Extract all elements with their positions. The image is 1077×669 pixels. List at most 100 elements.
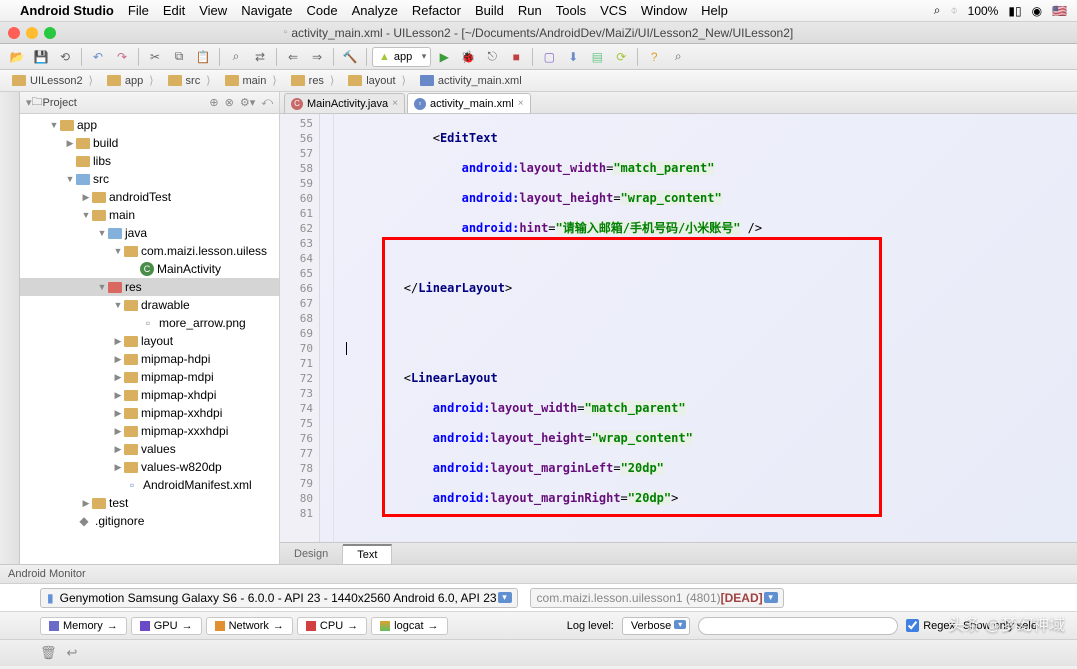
window-minimize-button[interactable] bbox=[26, 27, 38, 39]
close-icon[interactable]: × bbox=[518, 98, 524, 109]
tree-build[interactable]: ▶build bbox=[20, 134, 279, 152]
crumb-res[interactable]: res bbox=[285, 72, 343, 89]
open-icon[interactable]: 📂 bbox=[6, 47, 28, 67]
tree-mipmap-mdpi[interactable]: ▶mipmap-mdpi bbox=[20, 368, 279, 386]
code-editor[interactable]: 5556575859606162636465666768697071727374… bbox=[280, 114, 1077, 542]
crumb-file[interactable]: activity_main.xml bbox=[414, 73, 536, 89]
crumb-src[interactable]: src bbox=[162, 72, 219, 89]
trash-icon[interactable]: 🗑 bbox=[40, 645, 57, 661]
flag-icon[interactable]: 🇺🇸 bbox=[1052, 4, 1067, 18]
tree-mipmap-hdpi[interactable]: ▶mipmap-hdpi bbox=[20, 350, 279, 368]
gear-icon[interactable]: ⚙▾ bbox=[240, 96, 255, 109]
captures-tab[interactable] bbox=[15, 96, 19, 564]
memory-tab[interactable]: Memory → bbox=[40, 617, 127, 635]
menu-build[interactable]: Build bbox=[475, 3, 504, 18]
tree-morearrow[interactable]: ▫more_arrow.png bbox=[20, 314, 279, 332]
design-tab[interactable]: Design bbox=[280, 545, 343, 563]
tree-libs[interactable]: libs bbox=[20, 152, 279, 170]
menu-refactor[interactable]: Refactor bbox=[412, 3, 461, 18]
tree-values-w820dp[interactable]: ▶values-w820dp bbox=[20, 458, 279, 476]
find-icon[interactable]: ⌕ bbox=[225, 47, 247, 67]
run-configuration-selector[interactable]: ▲ app bbox=[372, 47, 431, 67]
crumb-main[interactable]: main bbox=[219, 72, 285, 89]
tree-gitignore[interactable]: ◆.gitignore bbox=[20, 512, 279, 530]
menu-file[interactable]: File bbox=[128, 3, 149, 18]
tree-manifest[interactable]: ▫AndroidManifest.xml bbox=[20, 476, 279, 494]
project-tree[interactable]: ▼app ▶build libs ▼src ▶androidTest ▼main… bbox=[20, 114, 279, 564]
paste-icon[interactable]: 📋 bbox=[192, 47, 214, 67]
crumb-layout[interactable]: layout bbox=[342, 72, 414, 89]
monitor-icon[interactable]: ▤ bbox=[586, 47, 608, 67]
cpu-tab[interactable]: CPU → bbox=[297, 617, 367, 635]
menu-view[interactable]: View bbox=[199, 3, 227, 18]
gpu-tab[interactable]: GPU → bbox=[131, 617, 202, 635]
sync-icon[interactable]: ⟳ bbox=[610, 47, 632, 67]
run-icon[interactable]: ▶ bbox=[433, 47, 455, 67]
window-close-button[interactable] bbox=[8, 27, 20, 39]
tree-drawable[interactable]: ▼drawable bbox=[20, 296, 279, 314]
sdk-icon[interactable]: ⬇ bbox=[562, 47, 584, 67]
menu-analyze[interactable]: Analyze bbox=[352, 3, 398, 18]
tree-layout[interactable]: ▶layout bbox=[20, 332, 279, 350]
wifi-icon[interactable]: ◉ bbox=[1032, 4, 1042, 18]
menu-code[interactable]: Code bbox=[307, 3, 338, 18]
spotlight-icon[interactable]: ⌕ bbox=[934, 3, 941, 18]
device-selector[interactable]: ▮ Genymotion Samsung Galaxy S6 - 6.0.0 -… bbox=[40, 588, 518, 608]
tree-values[interactable]: ▶values bbox=[20, 440, 279, 458]
cut-icon[interactable]: ✂ bbox=[144, 47, 166, 67]
save-icon[interactable]: 💾 bbox=[30, 47, 52, 67]
tab-mainactivity[interactable]: C MainActivity.java × bbox=[284, 93, 405, 113]
crumb-app[interactable]: app bbox=[101, 72, 162, 89]
menu-run[interactable]: Run bbox=[518, 3, 542, 18]
tab-activitymain[interactable]: ▫ activity_main.xml × bbox=[407, 93, 531, 113]
tree-mipmap-xxhdpi[interactable]: ▶mipmap-xxhdpi bbox=[20, 404, 279, 422]
attach-icon[interactable]: ⎋ bbox=[481, 47, 503, 67]
crumb-project[interactable]: UILesson2 bbox=[6, 72, 101, 89]
app-name[interactable]: Android Studio bbox=[20, 3, 114, 18]
process-selector[interactable]: com.maizi.lesson.uilesson1 (4801) [DEAD] bbox=[530, 588, 784, 608]
menu-window[interactable]: Window bbox=[641, 3, 687, 18]
tree-res[interactable]: ▼res bbox=[20, 278, 279, 296]
code-content[interactable]: <EditText android:layout_width="match_pa… bbox=[334, 114, 1077, 542]
menu-vcs[interactable]: VCS bbox=[600, 3, 627, 18]
text-tab[interactable]: Text bbox=[343, 544, 392, 564]
search-icon[interactable]: ⌕ bbox=[667, 47, 689, 67]
tree-main[interactable]: ▼main bbox=[20, 206, 279, 224]
bluetooth-icon[interactable]: ⌽ bbox=[950, 3, 957, 18]
window-zoom-button[interactable] bbox=[44, 27, 56, 39]
forward-icon[interactable]: ⇒ bbox=[306, 47, 328, 67]
logcat-tab[interactable]: logcat → bbox=[371, 617, 447, 635]
wrap-icon[interactable]: ↩ bbox=[67, 645, 78, 661]
tree-src[interactable]: ▼src bbox=[20, 170, 279, 188]
avd-icon[interactable]: ▢ bbox=[538, 47, 560, 67]
menu-tools[interactable]: Tools bbox=[556, 3, 586, 18]
undo-icon[interactable]: ↶ bbox=[87, 47, 109, 67]
debug-icon[interactable]: 🐞 bbox=[457, 47, 479, 67]
android-monitor-header[interactable]: Android Monitor bbox=[0, 564, 1077, 584]
collapse-icon[interactable]: ⊕ bbox=[209, 96, 218, 109]
tree-mainactivity[interactable]: CMainActivity bbox=[20, 260, 279, 278]
network-tab[interactable]: Network → bbox=[206, 617, 293, 635]
tree-app[interactable]: ▼app bbox=[20, 116, 279, 134]
back-icon[interactable]: ⇐ bbox=[282, 47, 304, 67]
logcat-filter-input[interactable] bbox=[698, 617, 898, 635]
tree-androidtest[interactable]: ▶androidTest bbox=[20, 188, 279, 206]
tree-test[interactable]: ▶test bbox=[20, 494, 279, 512]
tree-package[interactable]: ▼com.maizi.lesson.uiless bbox=[20, 242, 279, 260]
tree-java[interactable]: ▼java bbox=[20, 224, 279, 242]
stop-icon[interactable]: ■ bbox=[505, 47, 527, 67]
replace-icon[interactable]: ⇄ bbox=[249, 47, 271, 67]
close-icon[interactable]: × bbox=[392, 98, 398, 109]
menu-navigate[interactable]: Navigate bbox=[241, 3, 292, 18]
redo-icon[interactable]: ↷ bbox=[111, 47, 133, 67]
menu-edit[interactable]: Edit bbox=[163, 3, 185, 18]
target-icon[interactable]: ⊗ bbox=[225, 96, 234, 109]
tree-mipmap-xhdpi[interactable]: ▶mipmap-xhdpi bbox=[20, 386, 279, 404]
build-icon[interactable]: 🔨 bbox=[339, 47, 361, 67]
help-icon[interactable]: ? bbox=[643, 47, 665, 67]
hide-icon[interactable]: ⤺ bbox=[261, 96, 273, 109]
copy-icon[interactable]: ⧉ bbox=[168, 47, 190, 67]
menu-help[interactable]: Help bbox=[701, 3, 728, 18]
refresh-icon[interactable]: ⟲ bbox=[54, 47, 76, 67]
loglevel-select[interactable]: Verbose bbox=[622, 617, 690, 635]
